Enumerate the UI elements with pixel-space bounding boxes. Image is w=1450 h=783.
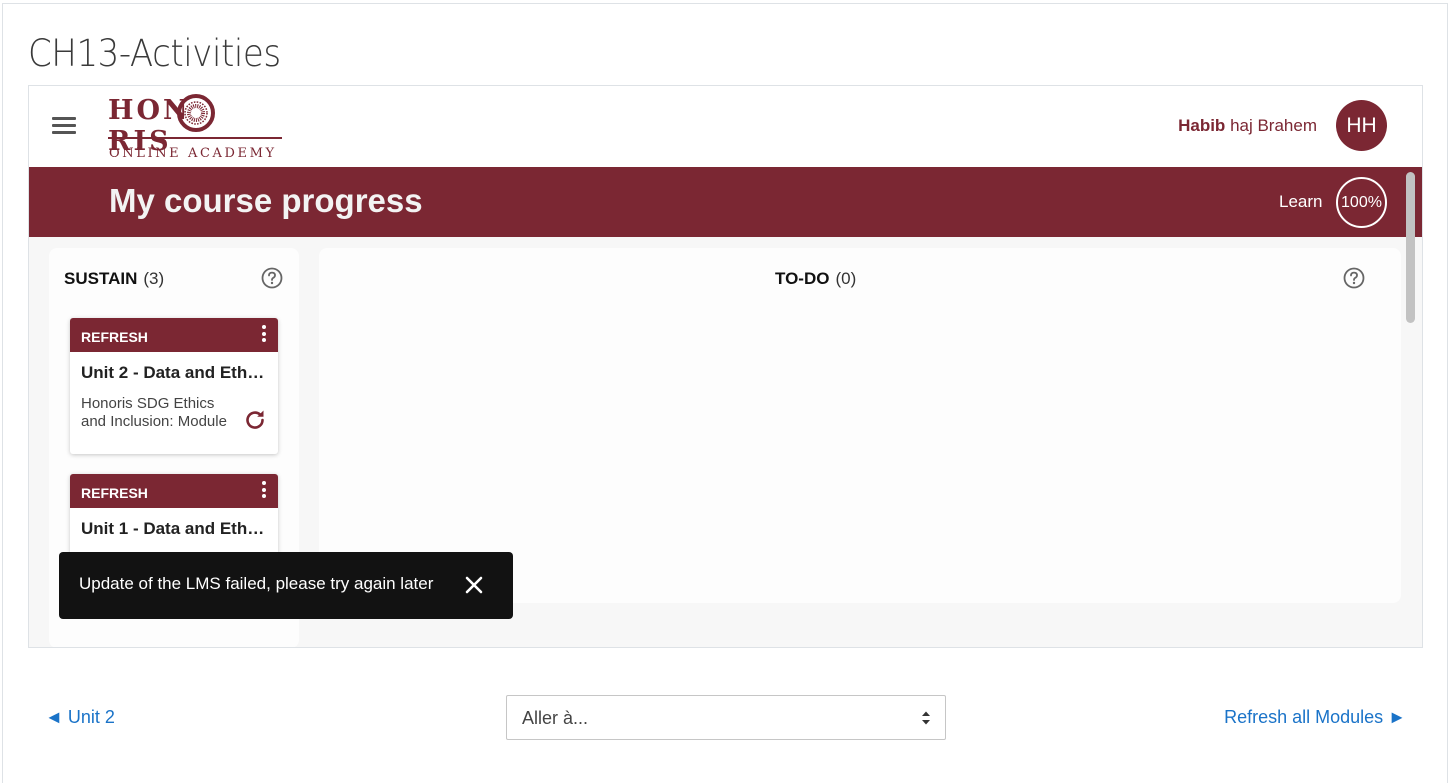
toast-message: Update of the LMS failed, please try aga… <box>79 574 434 593</box>
logo-sun-icon <box>177 94 215 132</box>
card-title: Unit 2 - Data and Ethics <box>81 363 271 382</box>
jump-to-select[interactable]: Aller à... <box>506 695 946 740</box>
learn-label: Learn <box>1279 192 1323 211</box>
scrollbar[interactable] <box>1406 172 1415 323</box>
todo-label: TO-DO <box>775 269 830 288</box>
close-icon[interactable] <box>462 573 486 597</box>
help-icon[interactable] <box>261 267 283 289</box>
card-description-line: Honoris SDG Ethics <box>81 395 215 412</box>
banner: My course progress Learn 100% <box>29 167 1422 237</box>
next-activity-link[interactable]: Refresh all Modules ► <box>1224 707 1406 728</box>
kebab-menu-icon[interactable] <box>260 481 268 501</box>
kebab-menu-icon[interactable] <box>260 325 268 345</box>
sustain-label: SUSTAIN <box>64 269 138 288</box>
logo-divider <box>108 137 282 139</box>
avatar[interactable]: HH <box>1336 100 1387 151</box>
banner-title: My course progress <box>109 182 423 219</box>
card-tag: REFRESH <box>81 329 148 345</box>
card-description-line: and Inclusion: Module <box>81 413 227 430</box>
sustain-header: SUSTAIN (3) <box>64 269 164 289</box>
previous-activity-link[interactable]: ◄ Unit 2 <box>45 707 115 728</box>
honoris-logo: HONRIS ONLINE ACADEMY <box>108 91 284 163</box>
card-header: REFRESH <box>70 318 278 352</box>
refresh-icon[interactable] <box>243 408 267 432</box>
page-title: CH13-Activities <box>28 32 281 75</box>
activity-card[interactable]: REFRESH Unit 2 - Data and Ethics Honoris… <box>70 318 278 454</box>
todo-column: TO-DO (0) <box>319 248 1401 603</box>
hamburger-icon[interactable] <box>52 117 76 135</box>
card-tag: REFRESH <box>81 485 148 501</box>
logo-subtitle: ONLINE ACADEMY <box>109 146 277 161</box>
top-bar: HONRIS ONLINE ACADEMY Habib haj Brahem H… <box>29 86 1422 167</box>
card-description: Honoris SDG Ethics and Inclusion: Module <box>81 395 239 431</box>
card-title: Unit 1 - Data and Ethics <box>81 519 271 538</box>
user-last-name: haj Brahem <box>1230 116 1317 135</box>
sustain-count: (3) <box>143 269 165 288</box>
progress-indicator: 100% <box>1336 177 1387 228</box>
error-toast: Update of the LMS failed, please try aga… <box>59 552 513 619</box>
help-icon[interactable] <box>1343 267 1365 289</box>
user-name[interactable]: Habib haj Brahem <box>1178 116 1317 136</box>
card-header: REFRESH <box>70 474 278 508</box>
todo-header: TO-DO (0) <box>775 269 856 289</box>
user-first-name: Habib <box>1178 116 1226 135</box>
jump-to-value: Aller à... <box>522 708 589 728</box>
select-arrows-icon <box>922 711 930 725</box>
todo-count: (0) <box>835 269 857 288</box>
